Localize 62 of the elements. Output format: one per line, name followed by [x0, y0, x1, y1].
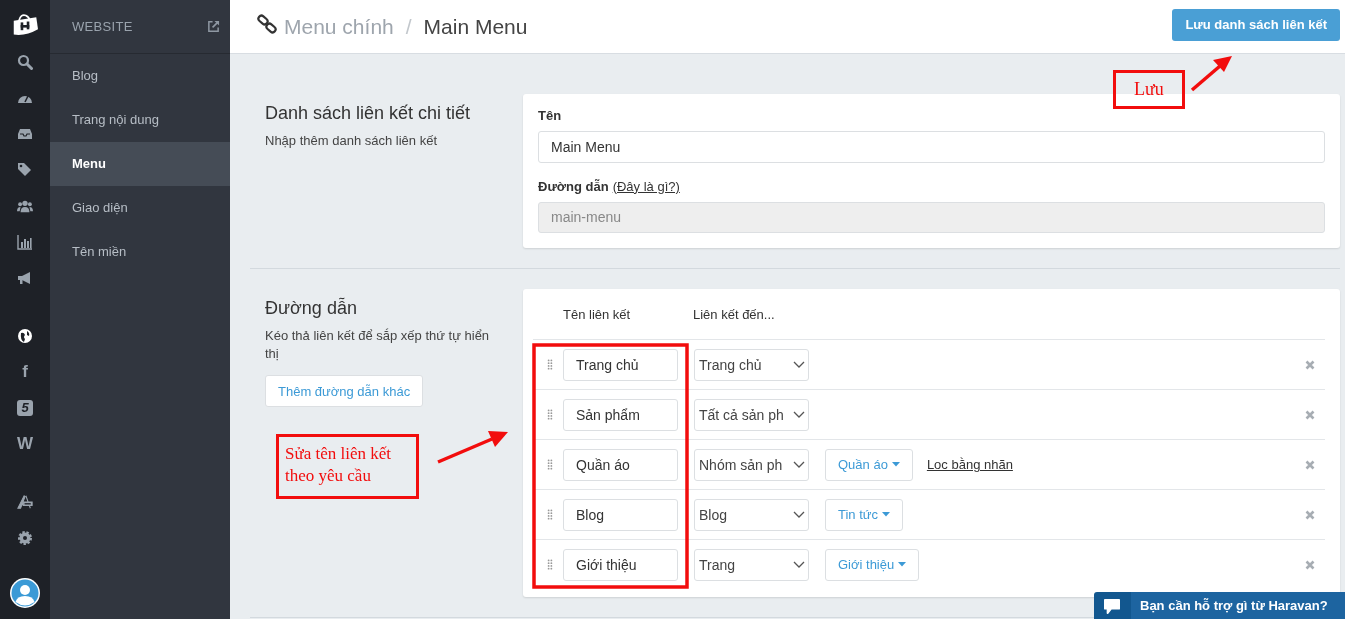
arrow — [437, 431, 508, 464]
section-description: Kéo thả liên kết để sắp xếp thứ tự hiển thị — [265, 327, 491, 363]
section-title: Danh sách liên kết chi tiết — [265, 103, 472, 124]
caret-icon — [891, 462, 900, 467]
caret-icon — [898, 562, 907, 567]
drag-handle-icon[interactable] — [547, 409, 553, 420]
logo-icon[interactable]: f — [22, 364, 28, 380]
drag-handle-icon[interactable] — [547, 459, 553, 470]
globe-icon[interactable] — [17, 328, 33, 344]
sidebar-item[interactable]: Trang nội dung — [50, 98, 230, 142]
sidebar-item[interactable]: Tên miền — [50, 230, 230, 274]
tools-icon[interactable] — [17, 494, 33, 510]
chat-bubble-icon — [1103, 597, 1121, 614]
breadcrumb-separator: / — [405, 14, 412, 39]
drag-handle-icon[interactable] — [547, 559, 553, 570]
help-link[interactable]: (Đây là gì?) — [612, 178, 680, 194]
search-icon[interactable] — [17, 54, 33, 70]
link-name-field[interactable]: Blog — [563, 498, 678, 531]
column-header: Tên liên kết — [563, 306, 632, 322]
annotation-label: Sửa tên liên kết theo yêu cầu — [276, 434, 419, 499]
link-target-dropdown[interactable]: Trang — [694, 548, 809, 581]
caret-icon — [882, 512, 890, 517]
link-name-field[interactable]: Trang chủ — [563, 348, 678, 381]
logo-icon[interactable]: W — [16, 436, 33, 452]
link-name-field[interactable]: Quần áo — [563, 448, 678, 481]
sidebar-item[interactable]: Menu — [50, 142, 230, 186]
bar-chart-icon[interactable] — [17, 234, 33, 250]
link-name-field[interactable]: Sản phẩm — [563, 398, 678, 431]
sidebar-item[interactable]: Blog — [50, 54, 230, 98]
sidebar-title: WEBSITE — [72, 19, 133, 34]
arrow — [1190, 56, 1232, 92]
filter-link[interactable]: Loc bằng nhãn — [926, 457, 1013, 472]
megaphone-icon[interactable] — [17, 270, 33, 286]
field-label: Đường dẫn — [538, 178, 609, 194]
chevron-down-icon — [793, 460, 805, 469]
chevron-down-icon — [793, 410, 805, 419]
chevron-down-icon — [793, 360, 805, 369]
tag-icon[interactable] — [17, 162, 33, 178]
link-target-dropdown[interactable]: Tất cả sản ph — [694, 398, 809, 431]
section-title: Đường dẫn — [265, 298, 358, 319]
sidebar-item[interactable]: Giao diện — [50, 186, 230, 230]
settings-icon[interactable] — [17, 530, 33, 546]
link-target-dropdown[interactable]: Nhóm sản ph — [694, 448, 809, 481]
link-name-field[interactable]: Giới thiệu — [563, 548, 678, 581]
column-header: Liên kết đến... — [693, 306, 775, 322]
chevron-down-icon — [793, 510, 805, 519]
avatar-icon[interactable] — [10, 578, 40, 608]
link-target-dropdown[interactable]: Blog — [694, 498, 809, 531]
tray-icon[interactable] — [17, 126, 33, 142]
chevron-down-icon — [793, 560, 805, 569]
drag-handle-icon[interactable] — [547, 509, 553, 520]
external-link-icon[interactable] — [207, 20, 220, 33]
page-title: Main Menu — [423, 14, 528, 39]
section-description: Nhập thêm danh sách liên kết — [265, 132, 438, 150]
link-target-dropdown[interactable]: Trang chủ — [694, 348, 809, 381]
field-label: Tên — [538, 108, 563, 123]
users-icon[interactable] — [17, 198, 33, 214]
annotation-label: Lưu — [1113, 70, 1185, 109]
drag-handle-icon[interactable] — [547, 359, 553, 370]
logo-icon[interactable]: 5 — [17, 400, 33, 416]
name-field[interactable]: Main Menu — [538, 131, 1325, 163]
link-icon — [257, 13, 277, 34]
